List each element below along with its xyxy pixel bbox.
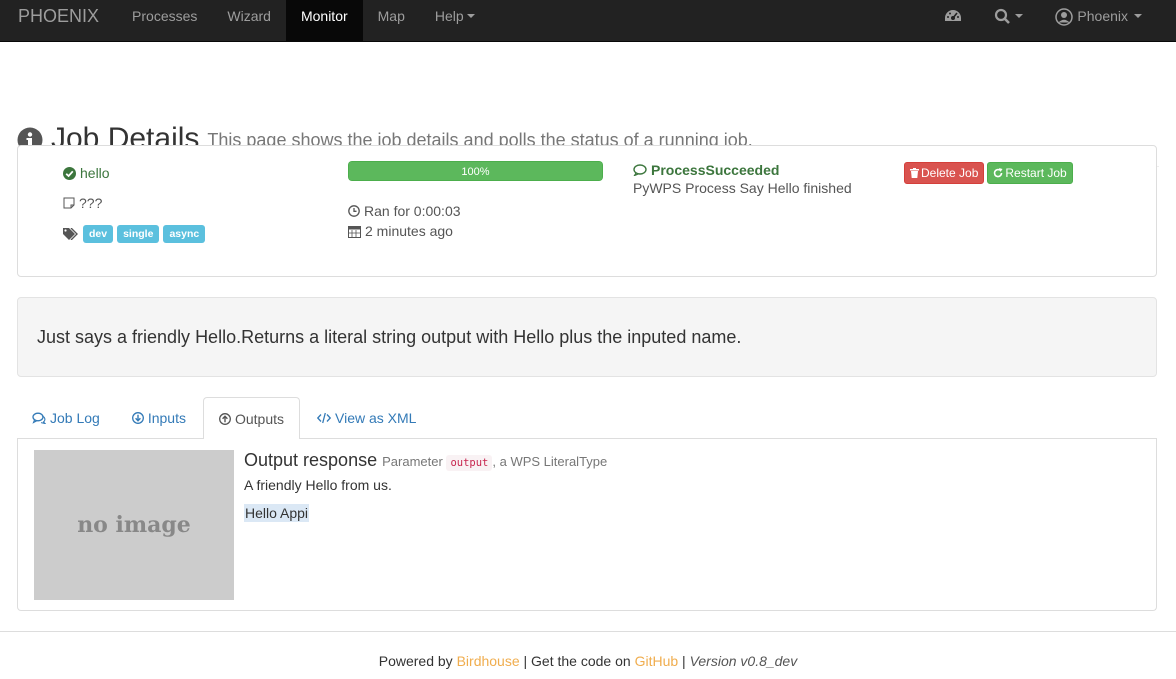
nav-map-label: Map bbox=[377, 8, 405, 24]
tag-label[interactable]: single bbox=[117, 225, 160, 243]
chevron-down-icon bbox=[466, 14, 475, 18]
job-identity: hello ??? dev single async bbox=[63, 163, 206, 244]
nav-wizard-label: Wizard bbox=[227, 8, 271, 24]
output-panel: no image Output response Parameter outpu… bbox=[17, 439, 1157, 611]
output-title: Output response bbox=[244, 450, 378, 470]
tags-icon bbox=[63, 228, 78, 240]
calendar-icon bbox=[348, 225, 361, 238]
user-menu[interactable]: Phoenix bbox=[1039, 0, 1176, 42]
dashboard-button[interactable] bbox=[928, 0, 978, 42]
footer-code-text: | Get the code on bbox=[523, 653, 631, 669]
nav-monitor[interactable]: Monitor bbox=[285, 0, 363, 42]
job-actions: Delete Job Restart Job bbox=[904, 162, 1073, 184]
job-status: ProcessSucceeded PyWPS Process Say Hello… bbox=[633, 162, 852, 196]
tab-job-log-label: Job Log bbox=[50, 410, 100, 426]
job-name-link[interactable]: hello bbox=[80, 165, 110, 181]
comment-icon bbox=[633, 164, 647, 176]
footer: Powered by Birdhouse | Get the code on G… bbox=[0, 631, 1176, 669]
restart-job-label: Restart Job bbox=[1005, 166, 1067, 180]
job-panel: hello ??? dev single async 100% Ran for … bbox=[17, 145, 1157, 277]
tab-job-log[interactable]: Job Log bbox=[17, 397, 115, 439]
job-created: 2 minutes ago bbox=[365, 223, 453, 239]
delete-job-button[interactable]: Delete Job bbox=[904, 162, 985, 184]
job-caption: ??? bbox=[79, 195, 103, 211]
navbar: PHOENIX Processes Wizard Monitor Map Hel… bbox=[0, 0, 1176, 42]
dashboard-icon bbox=[945, 10, 962, 21]
progress-bar-track: 100% bbox=[348, 161, 603, 181]
nav-help-dropdown[interactable]: Help bbox=[420, 0, 490, 42]
output-abstract: A friendly Hello from us. bbox=[244, 477, 392, 493]
comments-icon bbox=[32, 412, 46, 424]
footer-separator: | bbox=[682, 653, 686, 669]
nav-processes-label: Processes bbox=[132, 8, 198, 24]
process-description-text: Just says a friendly Hello.Returns a lit… bbox=[37, 326, 742, 347]
nav-monitor-label: Monitor bbox=[300, 8, 348, 24]
progress-bar: 100% bbox=[348, 161, 603, 181]
delete-job-label: Delete Job bbox=[921, 166, 979, 180]
nav-help-label: Help bbox=[434, 8, 464, 24]
tab-outputs-label: Outputs bbox=[234, 410, 284, 427]
nav-wizard[interactable]: Wizard bbox=[212, 0, 286, 42]
footer-version: Version v0.8_dev bbox=[689, 653, 798, 669]
output-value: Hello Appi bbox=[244, 504, 310, 522]
birdhouse-link[interactable]: Birdhouse bbox=[457, 653, 520, 669]
code-icon bbox=[317, 412, 331, 424]
chevron-down-icon bbox=[1134, 14, 1142, 18]
param-suffix: , a WPS LiteralType bbox=[492, 454, 608, 469]
refresh-icon bbox=[994, 168, 1003, 178]
param-prefix: Parameter bbox=[382, 454, 443, 469]
brand-link[interactable]: PHOENIX bbox=[0, 0, 117, 32]
tab-inputs[interactable]: Inputs bbox=[117, 397, 201, 439]
tab-view-xml-label: View as XML bbox=[335, 410, 417, 426]
arrow-circle-up-icon bbox=[219, 412, 231, 425]
output-thumbnail: no image bbox=[34, 450, 234, 600]
sticky-note-icon bbox=[63, 197, 75, 209]
github-link[interactable]: GitHub bbox=[635, 653, 679, 669]
job-progress-column: 100% Ran for 0:00:03 2 minutes ago bbox=[348, 161, 603, 241]
param-code: output bbox=[446, 455, 493, 471]
chevron-down-icon bbox=[1015, 14, 1024, 18]
tab-inputs-label: Inputs bbox=[147, 410, 186, 426]
search-icon bbox=[995, 8, 1011, 24]
tag-label[interactable]: dev bbox=[83, 225, 114, 243]
footer-powered: Powered by bbox=[378, 653, 453, 669]
status-message: PyWPS Process Say Hello finished bbox=[633, 180, 852, 196]
tag-label[interactable]: async bbox=[163, 225, 206, 243]
nav-map[interactable]: Map bbox=[363, 0, 420, 42]
clock-icon bbox=[348, 205, 360, 217]
output-param-meta: Parameter output, a WPS LiteralType bbox=[382, 454, 608, 471]
output-details: Output response Parameter output, a WPS … bbox=[244, 450, 607, 522]
trash-icon bbox=[910, 168, 919, 178]
user-circle-icon bbox=[1055, 8, 1074, 26]
check-circle-icon bbox=[63, 166, 76, 180]
job-tabs: Job Log Inputs Outputs View as XML bbox=[17, 397, 1157, 440]
search-dropdown[interactable] bbox=[978, 0, 1039, 42]
nav-processes[interactable]: Processes bbox=[117, 0, 212, 42]
no-image-text: no image bbox=[77, 512, 191, 538]
status-text: ProcessSucceeded bbox=[651, 162, 780, 178]
tab-outputs[interactable]: Outputs bbox=[202, 397, 300, 440]
tab-view-xml[interactable]: View as XML bbox=[302, 397, 431, 439]
user-name: Phoenix bbox=[1077, 8, 1128, 24]
job-duration: Ran for 0:00:03 bbox=[364, 203, 461, 219]
process-description: Just says a friendly Hello.Returns a lit… bbox=[17, 297, 1157, 377]
restart-job-button[interactable]: Restart Job bbox=[987, 162, 1073, 184]
arrow-circle-down-icon bbox=[131, 412, 144, 424]
